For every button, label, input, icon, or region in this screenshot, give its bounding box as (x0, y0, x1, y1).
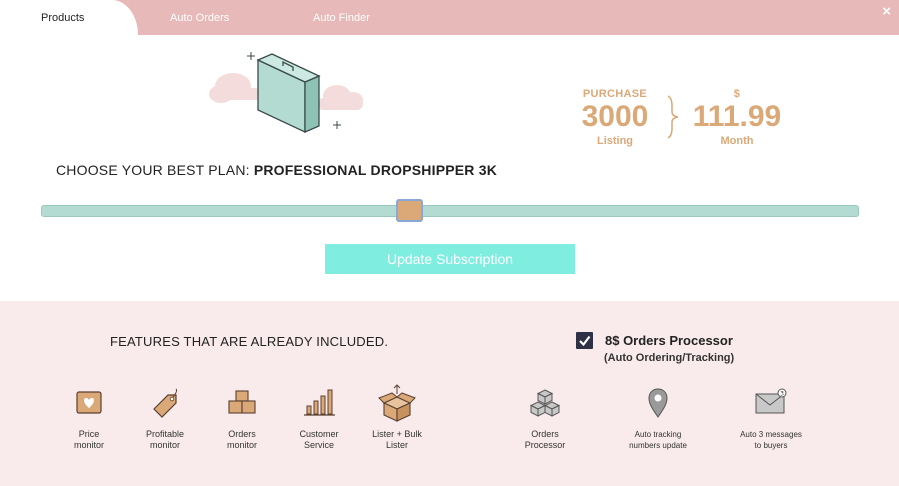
feature-label: Auto tracking numbers update (629, 430, 687, 450)
boxes-icon (228, 390, 256, 414)
listing-caption: PURCHASE (582, 88, 648, 100)
brace-separator-icon (667, 95, 679, 139)
plan-slider-track[interactable] (41, 205, 859, 217)
feature-label: Customer Service (299, 429, 339, 450)
feature-label: Price monitor (73, 429, 104, 450)
feature-auto-messages: 3 Auto 3 messages to buyers (734, 387, 808, 451)
orders-processor-checkbox[interactable] (576, 332, 593, 349)
price-tag-icon (153, 388, 178, 418)
orders-processor-title: 8$ Orders Processor (605, 333, 733, 348)
suitcase-illustration (205, 48, 370, 138)
plan-slider-handle[interactable] (396, 199, 423, 222)
price-unit: Month (720, 135, 754, 147)
location-pin-icon (648, 388, 668, 418)
feature-lister-bulk-lister: Lister + Bulk Lister (364, 383, 430, 451)
feature-price-monitor: Price monitor (60, 387, 118, 451)
message-count-badge: 3 (780, 391, 784, 398)
price-value: 111.99 (692, 100, 782, 133)
feature-orders-processor: Orders Processor (516, 387, 574, 451)
feature-customer-service: Customer Service (290, 387, 348, 451)
listing-block: PURCHASE 3000 Listing (578, 88, 652, 147)
feature-profitable-monitor: Profitable monitor (136, 387, 194, 451)
price-caption: $ (733, 88, 741, 100)
suitcase-icon (209, 52, 363, 134)
bar-chart-icon (304, 389, 335, 416)
heart-tag-icon (76, 391, 102, 414)
features-title: FEATURES THAT ARE ALREADY INCLUDED. (110, 334, 389, 349)
tab-products[interactable]: Products (0, 0, 138, 35)
envelope-icon: 3 (755, 388, 787, 414)
features-panel: FEATURES THAT ARE ALREADY INCLUDED. 8$ O… (0, 301, 899, 486)
gray-boxes-icon (529, 389, 561, 417)
feature-label: Orders Processor (524, 429, 566, 450)
listing-value: 3000 (581, 100, 649, 133)
feature-orders-monitor: Orders monitor (213, 387, 271, 451)
orders-processor-subtitle: (Auto Ordering/Tracking) (604, 352, 735, 364)
feature-auto-tracking: Auto tracking numbers update (622, 387, 694, 451)
feature-label: Auto 3 messages to buyers (740, 430, 802, 450)
plan-title: CHOOSE YOUR BEST PLAN: PROFESSIONAL DROP… (56, 162, 497, 178)
plan-prefix: CHOOSE YOUR BEST PLAN: (56, 162, 254, 178)
open-box-icon (378, 384, 416, 422)
listing-unit: Listing (596, 135, 634, 147)
close-icon[interactable]: × (882, 4, 891, 20)
update-subscription-button[interactable]: Update Subscription (325, 244, 575, 274)
tab-auto-finder[interactable]: Auto Finder (313, 0, 370, 35)
plan-name: PROFESSIONAL DROPSHIPPER 3K (253, 162, 498, 178)
pricing-summary: PURCHASE 3000 Listing $ 111.99 Month (570, 88, 800, 158)
price-block: $ 111.99 Month (688, 88, 786, 147)
feature-label: Profitable monitor (145, 429, 185, 450)
feature-label: Orders monitor (226, 429, 257, 450)
tab-bar: Products Auto Orders Auto Finder × (0, 0, 899, 35)
tab-auto-orders[interactable]: Auto Orders (170, 0, 229, 35)
checkmark-icon (579, 335, 591, 347)
feature-label: Lister + Bulk Lister (372, 429, 422, 450)
